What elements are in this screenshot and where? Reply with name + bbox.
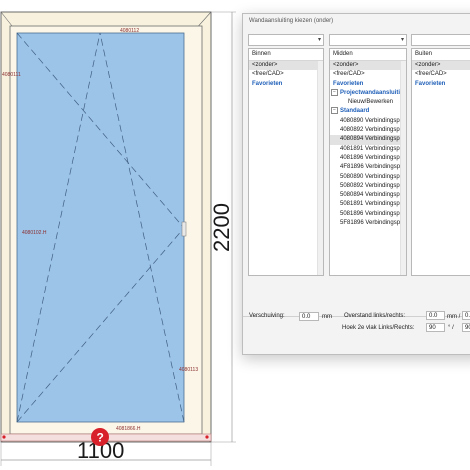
- dim-height-text[interactable]: 2200: [209, 203, 234, 252]
- buiten-dropdown[interactable]: ▾: [411, 34, 470, 46]
- list-item-label: Nieuw/Bewerken: [348, 99, 394, 106]
- list-item-label: Favorieten: [415, 80, 446, 87]
- list-item[interactable]: 5081891 Verbindingsp...: [330, 200, 406, 209]
- list-item-label: Projectwandaansluiting: [340, 89, 406, 96]
- overstand-right-input[interactable]: 0.0: [462, 311, 470, 320]
- glass-pane: [16, 32, 185, 423]
- list-item[interactable]: 4F81896 Verbindingsp...: [330, 163, 406, 172]
- list-item[interactable]: <free/CAD>: [249, 70, 323, 79]
- list-item[interactable]: − Standaard: [330, 107, 406, 116]
- list-item-label: <free/CAD>: [252, 71, 284, 78]
- midden-scrollbar[interactable]: [400, 61, 406, 275]
- collapse-icon[interactable]: −: [331, 107, 338, 115]
- binnen-header: Binnen: [249, 49, 323, 61]
- list-item[interactable]: 5081896 Verbindingsp...: [330, 210, 406, 219]
- list-item-label: 4080892 Verbindingsp...: [340, 127, 405, 134]
- overstand-unit: mm /: [447, 314, 461, 320]
- list-item[interactable]: 5080892 Verbindingsp...: [330, 182, 406, 191]
- warning-icon-glyph: ?: [97, 431, 104, 445]
- overstand-label: Overstand links/rechts:: [344, 313, 406, 319]
- sill-marker-right: [205, 435, 209, 439]
- buiten-header: Buiten: [412, 49, 470, 61]
- list-item-label: <zonder>: [252, 62, 278, 68]
- binnen-scrollbar[interactable]: [317, 61, 323, 275]
- verschuiving-unit: mm: [322, 314, 332, 320]
- list-item[interactable]: 4081891 Verbindingsp...: [330, 145, 406, 154]
- overstand-left-input[interactable]: 0.0: [426, 311, 445, 320]
- dialog-title: Wandaansluiting kiezen (onder): [243, 14, 470, 28]
- profile-label-left: 4080111: [2, 72, 21, 78]
- midden-panel[interactable]: Midden <zonder> <free/CAD> Favorieten − Proj…: [329, 48, 407, 276]
- list-item[interactable]: 4081896 Verbindingsp...: [330, 154, 406, 163]
- list-item-label: <free/CAD>: [415, 71, 447, 78]
- list-item[interactable]: Favorieten: [249, 80, 323, 89]
- list-item[interactable]: − Projectwandaansluiting: [330, 88, 406, 98]
- list-item[interactable]: <zonder>: [249, 61, 323, 71]
- hoek-left-input[interactable]: 90: [426, 323, 445, 332]
- list-item-label: Standaard: [340, 108, 370, 115]
- buiten-panel[interactable]: Buiten <zonder> <free/CAD> Favorieten: [411, 48, 470, 276]
- list-item[interactable]: 4080894 Verbindingsp...: [330, 135, 406, 145]
- list-item[interactable]: 4080890 Verbindingsp...: [330, 117, 406, 126]
- midden-header: Midden: [330, 49, 406, 61]
- list-item-label: 4080894 Verbindingsp...: [340, 136, 405, 143]
- profile-label-center: 4080102.H: [22, 230, 47, 236]
- midden-list[interactable]: <zonder> <free/CAD> Favorieten − Projectwand…: [330, 61, 406, 228]
- list-item-label: 5F81896 Verbindingsp...: [340, 220, 406, 227]
- list-item[interactable]: Favorieten: [412, 80, 470, 89]
- hoek-separator: ° /: [448, 325, 454, 331]
- list-item[interactable]: <zonder>: [412, 61, 470, 71]
- chevron-down-icon: ▾: [317, 37, 321, 43]
- list-item-label: 4F81896 Verbindingsp...: [340, 164, 406, 171]
- binnen-list[interactable]: <zonder> <free/CAD> Favorieten: [249, 61, 323, 89]
- list-item-label: Favorieten: [252, 80, 283, 87]
- list-item-label: 5080894 Verbindingsp...: [340, 192, 405, 199]
- chevron-down-icon: ▾: [400, 37, 404, 43]
- list-item-label: <free/CAD>: [333, 71, 365, 78]
- midden-dropdown[interactable]: ▾: [329, 34, 407, 46]
- list-item-label: 5080892 Verbindingsp...: [340, 182, 405, 189]
- list-item-label: 5081896 Verbindingsp...: [340, 210, 405, 217]
- list-item-label: 5080890 Verbindingsp...: [340, 173, 405, 180]
- list-item[interactable]: Nieuw/Bewerken: [330, 98, 406, 107]
- collapse-icon[interactable]: −: [331, 88, 338, 96]
- buiten-list[interactable]: <zonder> <free/CAD> Favorieten: [412, 61, 470, 89]
- list-item-label: 4081896 Verbindingsp...: [340, 154, 405, 161]
- list-item[interactable]: Favorieten: [330, 80, 406, 89]
- verschuiving-input[interactable]: 0.0: [299, 312, 319, 321]
- verschuiving-label: Verschuiving:: [249, 313, 285, 319]
- list-item[interactable]: <zonder>: [330, 61, 406, 71]
- list-item[interactable]: <free/CAD>: [412, 70, 470, 79]
- list-item-label: <zonder>: [333, 62, 359, 68]
- list-item[interactable]: 5080890 Verbindingsp...: [330, 173, 406, 182]
- hoek-right-input[interactable]: 90: [462, 323, 470, 332]
- list-item-label: 4080890 Verbindingsp...: [340, 117, 405, 124]
- wall-connection-dialog: Wandaansluiting kiezen (onder) ▾ ▾ ▾ Bin…: [242, 13, 470, 355]
- list-item[interactable]: <free/CAD>: [330, 70, 406, 79]
- profile-label-bottom: 4081866.H: [116, 426, 141, 432]
- list-item[interactable]: 4080892 Verbindingsp...: [330, 126, 406, 135]
- list-item-label: Favorieten: [333, 80, 364, 87]
- binnen-dropdown[interactable]: ▾: [248, 34, 324, 46]
- hoek-label: Hoek 2e vlak Links/Rechts:: [342, 325, 415, 331]
- list-item[interactable]: 5080894 Verbindingsp...: [330, 191, 406, 200]
- sill-marker-left: [2, 435, 6, 439]
- list-item-label: 4081891 Verbindingsp...: [340, 145, 405, 152]
- list-item[interactable]: 5F81896 Verbindingsp...: [330, 219, 406, 228]
- profile-label-right: 4080113: [179, 367, 198, 373]
- binnen-panel[interactable]: Binnen <zonder> <free/CAD> Favorieten: [248, 48, 324, 276]
- handle-icon[interactable]: [181, 221, 187, 237]
- profile-label-top: 4080112: [120, 28, 139, 34]
- list-item-label: <zonder>: [415, 62, 441, 68]
- list-item-label: 5081891 Verbindingsp...: [340, 201, 405, 208]
